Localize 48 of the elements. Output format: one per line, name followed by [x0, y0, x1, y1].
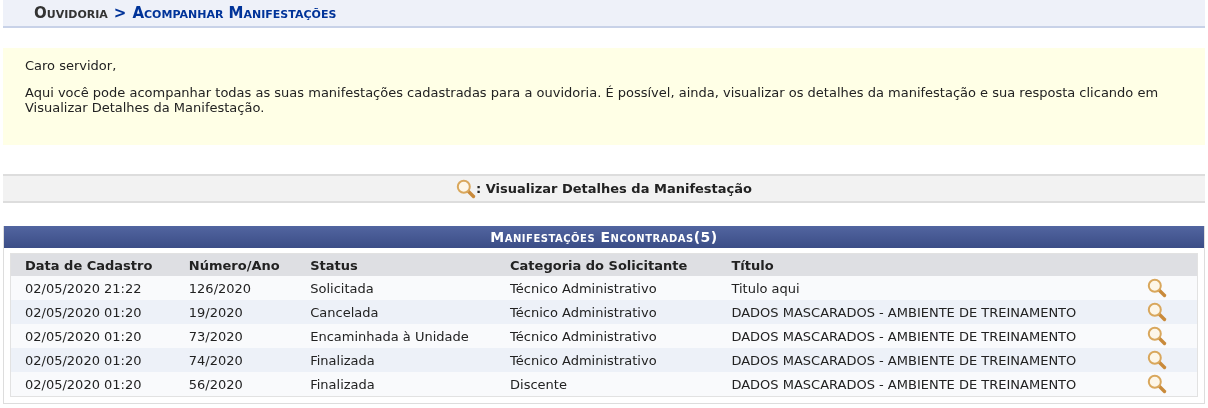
legend-label: : Visualizar Detalhes da Manifestação [476, 181, 752, 196]
column-header: Categoria do Solicitante [496, 253, 718, 276]
table-cell: DADOS MASCARADOS - AMBIENTE DE TREINAMENTO [717, 324, 1133, 348]
table-cell: 19/2020 [174, 300, 297, 324]
table-cell: Técnico Administrativo [496, 276, 718, 300]
table-cell: 74/2020 [174, 348, 297, 372]
table-cell: Técnico Administrativo [496, 300, 718, 324]
table-cell: 02/05/2020 01:20 [10, 348, 175, 372]
view-details-button[interactable] [1147, 302, 1167, 322]
table-cell: Finalizada [296, 372, 497, 397]
table-cell: 56/2020 [174, 372, 297, 397]
column-header: Status [296, 253, 497, 276]
search-icon [456, 178, 476, 199]
table-cell: DADOS MASCARADOS - AMBIENTE DE TREINAMENTO [717, 300, 1133, 324]
table-cell: Cancelada [296, 300, 497, 324]
table-cell: Discente [496, 372, 718, 397]
greeting-text: Caro servidor, [25, 58, 118, 73]
search-icon [1147, 302, 1167, 322]
table-cell: 73/2020 [174, 324, 297, 348]
table-caption: Manifestações Encontradas(5) [4, 226, 1204, 248]
view-details-button[interactable] [1147, 326, 1167, 346]
table-cell: Encaminhada à Unidade [296, 324, 497, 348]
table-cell: Solicitada [296, 276, 497, 300]
view-details-button[interactable] [1147, 350, 1167, 370]
view-details-button[interactable] [1147, 278, 1167, 298]
table-cell: 02/05/2020 01:20 [10, 372, 175, 397]
column-header: Número/Ano [174, 253, 297, 276]
table-cell: Técnico Administrativo [496, 348, 718, 372]
table-cell: 02/05/2020 21:22 [10, 276, 175, 300]
notice-text: Aqui você pode acompanhar todas as suas manifestações cadastradas para a ouvidoria. É possível, ainda, visualizar os detalhes da manifestação e sua resposta clicando em Visualizar Detalhes da Manifestação. [25, 85, 1160, 115]
search-icon [1147, 374, 1167, 394]
table-cell: 02/05/2020 01:20 [10, 324, 175, 348]
search-icon [1147, 350, 1167, 370]
breadcrumb-section: Ouvidoria [34, 4, 108, 22]
table-cell: Técnico Administrativo [496, 324, 718, 348]
table-cell: DADOS MASCARADOS - AMBIENTE DE TREINAMENTO [717, 372, 1133, 397]
search-icon [1147, 326, 1167, 346]
table-cell: Titulo aqui [717, 276, 1133, 300]
view-details-button[interactable] [1147, 374, 1167, 394]
page-title: Acompanhar Manifestações [132, 4, 337, 22]
breadcrumb-separator: > [113, 4, 127, 22]
search-icon [1147, 278, 1167, 298]
table-cell: DADOS MASCARADOS - AMBIENTE DE TREINAMENTO [717, 348, 1133, 372]
column-header: Data de Cadastro [10, 253, 175, 276]
table-cell: 02/05/2020 01:20 [10, 300, 175, 324]
table-cell: Finalizada [296, 348, 497, 372]
column-header: Título [717, 253, 1133, 276]
table-cell: 126/2020 [174, 276, 297, 300]
